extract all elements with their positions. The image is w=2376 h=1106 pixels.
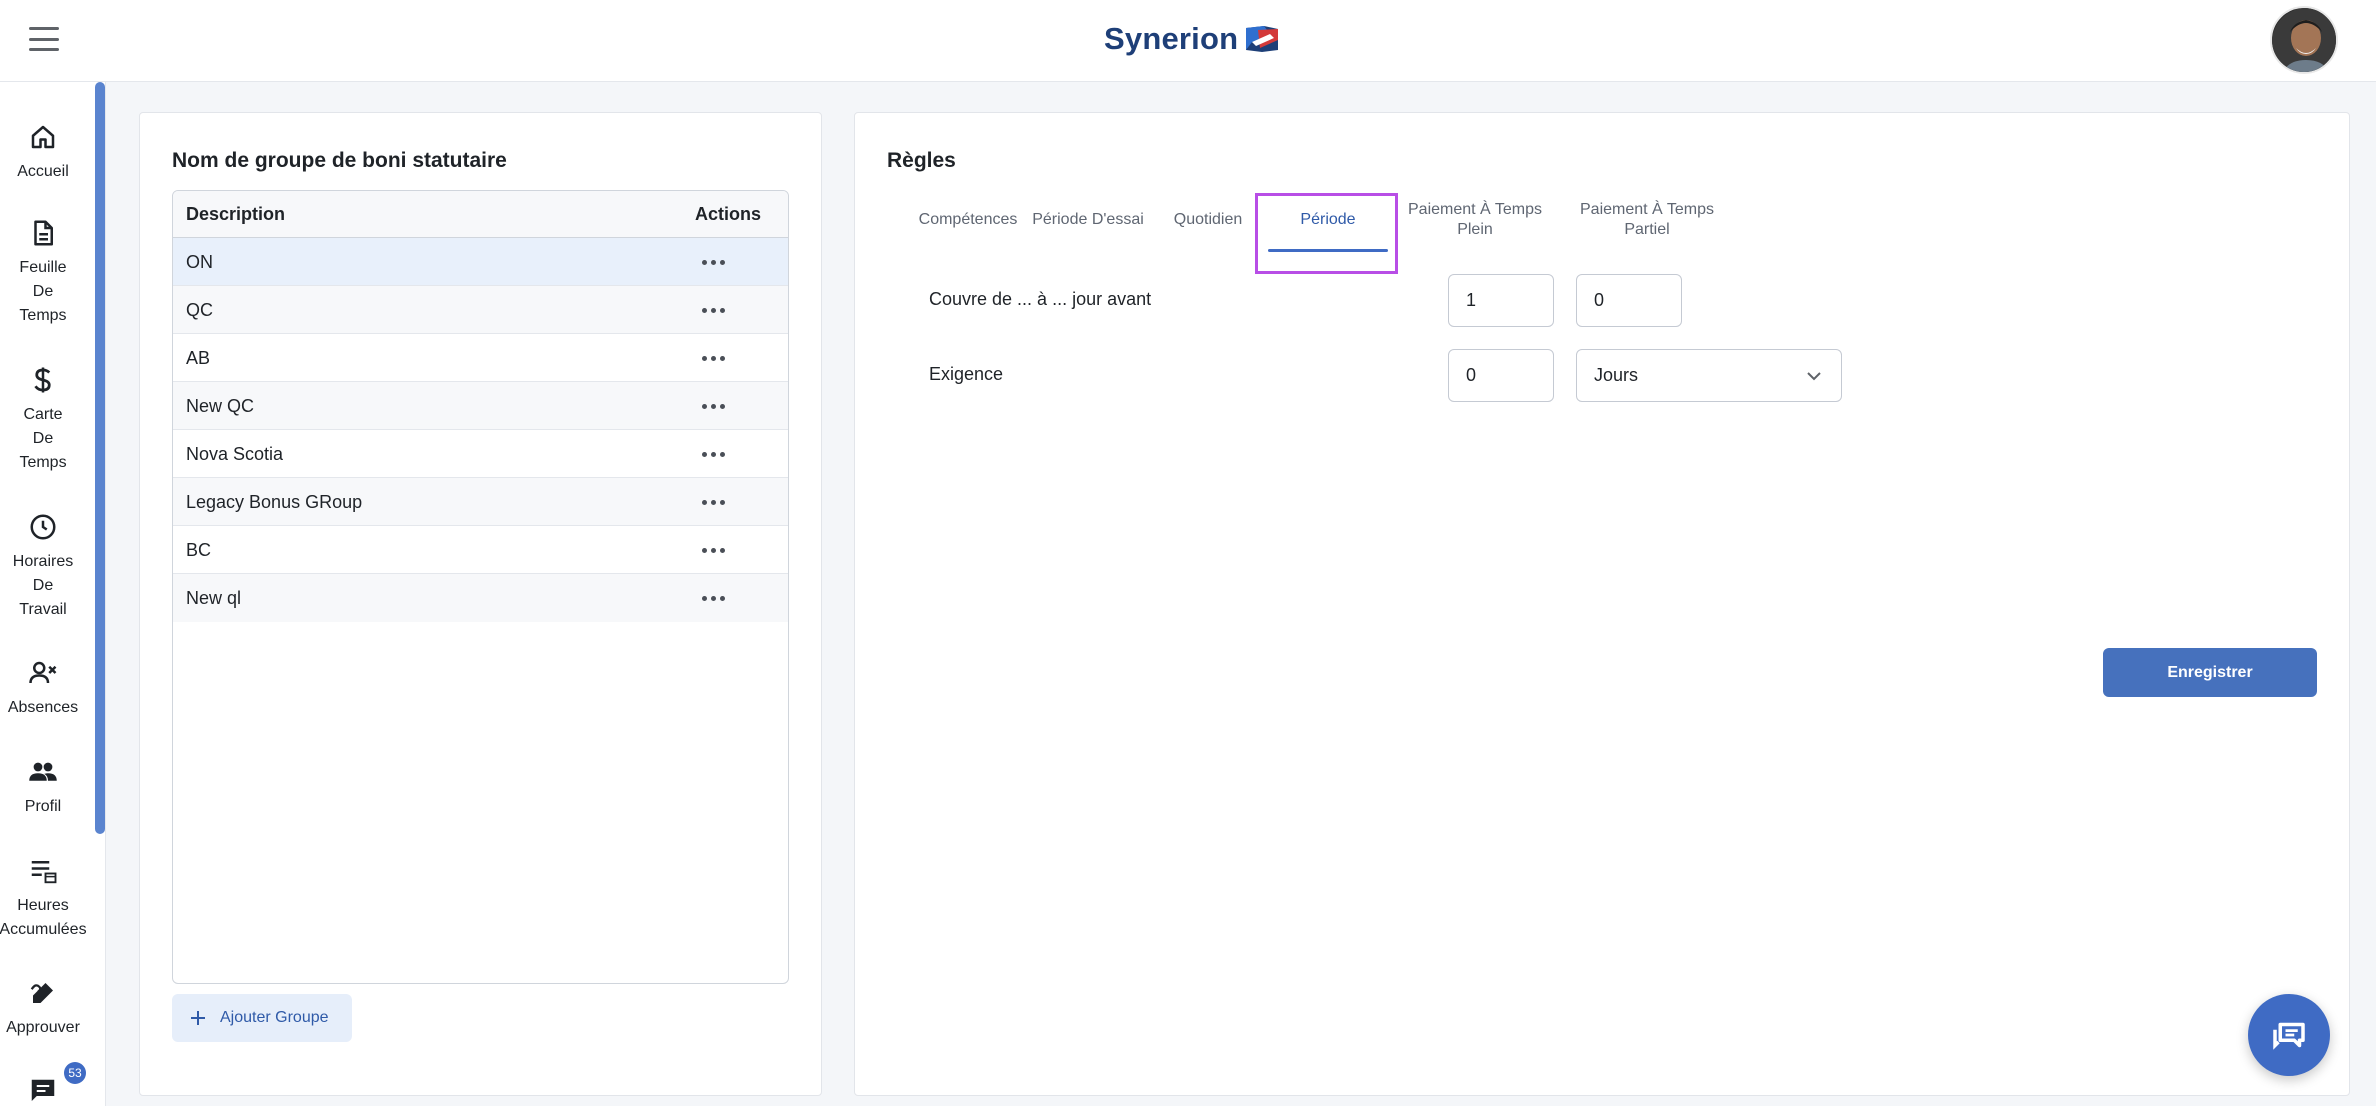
messages-count-badge: 53	[64, 1062, 86, 1084]
table-row[interactable]: BC	[173, 526, 788, 574]
top-bar: Synerion	[0, 0, 2376, 82]
sidebar-item-label: Carte De Temps	[19, 406, 67, 471]
synerion-logo[interactable]: Synerion	[1104, 17, 1280, 61]
add-group-label: Ajouter Groupe	[220, 1009, 329, 1026]
sidebar-item-heures-accumulees[interactable]: Heures Accumulées	[0, 856, 87, 942]
bonus-group-title: Nom de groupe de boni statutaire	[172, 149, 507, 172]
tab-periode-essai[interactable]: Période D'essai	[1030, 210, 1146, 230]
row-actions-more-icon[interactable]	[693, 588, 733, 608]
sidebar-item-feuille-de-temps[interactable]: Feuille De Temps	[0, 218, 86, 328]
person-remove-icon	[29, 661, 57, 684]
requirement-value-input[interactable]: 0	[1448, 349, 1554, 402]
row-actions-more-icon[interactable]	[693, 348, 733, 368]
person-photo-icon	[2272, 8, 2336, 72]
column-header-description[interactable]: Description	[186, 191, 285, 238]
tab-paiement-temps-partiel[interactable]: Paiement À Temps Partiel	[1572, 200, 1722, 240]
brand-name: Synerion	[1104, 21, 1239, 56]
table-row[interactable]: Legacy Bonus GRoup	[173, 478, 788, 526]
sidebar-item-carte-de-temps[interactable]: Carte De Temps	[0, 365, 86, 475]
tab-competences[interactable]: Compétences	[918, 210, 1018, 230]
sidebar-item-approuver[interactable]: Approuver	[0, 978, 86, 1040]
synerion-flag-icon	[1246, 26, 1279, 52]
row-actions-more-icon[interactable]	[693, 492, 733, 512]
sidebar-item-accueil[interactable]: Accueil	[0, 122, 86, 184]
table-header: Description Actions	[173, 191, 788, 238]
save-button[interactable]: Enregistrer	[2103, 648, 2317, 697]
rules-card	[854, 112, 2350, 1096]
sidebar-item-label: Heures Accumulées	[0, 897, 87, 938]
people-icon	[29, 762, 57, 781]
table-row[interactable]: QC	[173, 286, 788, 334]
row-description: BC	[186, 540, 212, 560]
sidebar-item-label: Accueil	[17, 163, 69, 180]
dollar-icon	[34, 367, 51, 393]
row-actions-more-icon[interactable]	[693, 300, 733, 320]
row-actions-more-icon[interactable]	[693, 396, 733, 416]
requirement-unit-value: Jours	[1594, 365, 1639, 385]
home-icon	[31, 125, 55, 149]
row-actions-more-icon[interactable]	[693, 252, 733, 272]
list-calendar-icon	[31, 861, 57, 884]
add-group-button[interactable]: Ajouter Groupe	[172, 994, 352, 1042]
row-actions-more-icon[interactable]	[693, 444, 733, 464]
coverage-to-input[interactable]: 0	[1576, 274, 1682, 327]
row-description: Nova Scotia	[186, 444, 284, 464]
row-description: New ql	[186, 588, 242, 608]
table-row[interactable]: ON	[173, 238, 788, 286]
sidebar-item-label: Absences	[7, 699, 79, 716]
chat-bubble-icon	[2273, 1022, 2305, 1050]
clock-icon	[30, 514, 56, 540]
coverage-label: Couvre de ... à ... jour avant	[929, 289, 1152, 309]
requirement-unit-select[interactable]: Jours	[1576, 349, 1842, 402]
chevron-down-icon	[1807, 372, 1821, 381]
tab-paiement-temps-plein[interactable]: Paiement À Temps Plein	[1400, 200, 1550, 240]
bonus-group-table: Description Actions ON QC AB New QC Nova…	[172, 190, 789, 984]
sidebar-item-label: Feuille De Temps	[19, 259, 67, 324]
document-icon	[34, 220, 53, 246]
sidebar-item-horaires-de-travail[interactable]: Horaires De Travail	[0, 512, 86, 622]
row-description: Legacy Bonus GRoup	[186, 492, 363, 512]
row-actions-more-icon[interactable]	[693, 540, 733, 560]
tab-quotidien[interactable]: Quotidien	[1160, 210, 1256, 230]
column-header-actions: Actions	[695, 204, 762, 224]
row-description: New QC	[186, 396, 255, 416]
sidebar-item-label: Profil	[24, 798, 62, 815]
chat-icon	[31, 1079, 55, 1101]
chat-support-button[interactable]	[2248, 994, 2330, 1076]
coverage-from-input[interactable]: 1	[1448, 274, 1554, 327]
user-avatar[interactable]	[2270, 6, 2338, 74]
row-description: ON	[186, 252, 213, 272]
sidebar-item-label: Horaires De Travail	[12, 553, 74, 618]
sidebar-item-label: Approuver	[6, 1019, 80, 1036]
sidebar-item-absences[interactable]: Absences	[0, 658, 86, 720]
table-row[interactable]: New QC	[173, 382, 788, 430]
hamburger-menu-icon[interactable]	[29, 27, 59, 51]
row-description: QC	[186, 300, 213, 320]
tab-highlight-box	[1255, 193, 1398, 274]
plus-icon	[191, 1011, 205, 1025]
approve-pen-icon	[30, 983, 53, 1003]
sidebar-item-profil[interactable]: Profil	[0, 757, 86, 819]
sidebar-scrollbar[interactable]	[95, 82, 105, 834]
requirement-label: Exigence	[929, 364, 1004, 384]
table-row[interactable]: AB	[173, 334, 788, 382]
row-description: AB	[186, 348, 211, 368]
table-row[interactable]: New ql	[173, 574, 788, 622]
rules-title: Règles	[887, 149, 956, 172]
table-row[interactable]: Nova Scotia	[173, 430, 788, 478]
